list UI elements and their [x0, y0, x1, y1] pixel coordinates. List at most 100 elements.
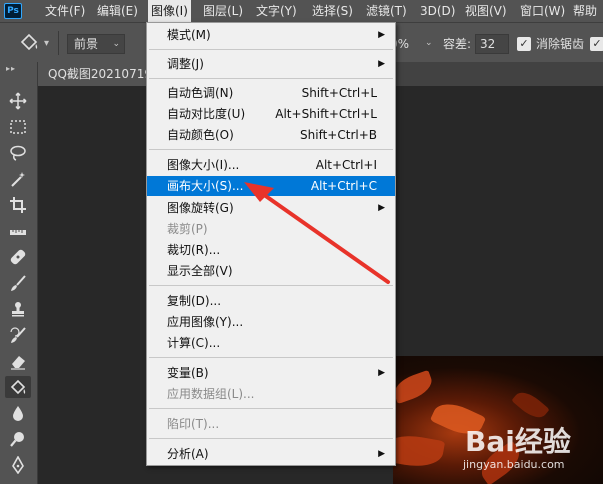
menu-window[interactable]: 窗口(W) — [517, 0, 568, 22]
menu-item-canvas-size[interactable]: 画布大小(S)... Alt+Ctrl+C — [147, 176, 395, 196]
healing-tool[interactable] — [5, 246, 31, 268]
menu-item-label: 自动色调(N) — [167, 86, 234, 100]
menu-item-label: 分析(A) — [167, 447, 209, 461]
antialias-checkbox[interactable]: ✓ — [517, 37, 531, 51]
panel-grip-icon[interactable]: ▸▸ — [6, 64, 16, 73]
menu-image[interactable]: 图像(I) — [148, 0, 191, 22]
tool-preset-caret-icon[interactable]: ▾ — [44, 38, 49, 49]
menu-item-label: 应用数据组(L)... — [167, 387, 255, 401]
menu-layer[interactable]: 图层(L) — [200, 0, 246, 22]
tolerance-input[interactable]: 32 — [475, 34, 509, 54]
stamp-icon — [12, 302, 24, 317]
menu-item-reveal-all[interactable]: 显示全部(V) — [147, 261, 395, 281]
menu-item-shortcut: Shift+Ctrl+B — [300, 128, 377, 142]
divider — [58, 31, 59, 55]
menu-item-label: 变量(B) — [167, 366, 209, 380]
stamp-tool[interactable] — [5, 298, 31, 320]
submenu-arrow-icon: ▶ — [378, 203, 385, 213]
document-tab[interactable]: QQ截图20210719 — [38, 62, 153, 86]
watermark-url: jingyan.baidu.com — [463, 458, 565, 471]
submenu-arrow-icon: ▶ — [378, 59, 385, 69]
magic-wand-tool[interactable] — [5, 168, 31, 190]
menu-item-label: 陷印(T)... — [167, 417, 220, 431]
blur-tool[interactable] — [5, 402, 31, 424]
menu-separator — [149, 438, 393, 439]
menu-item-duplicate[interactable]: 复制(D)... — [147, 291, 395, 311]
menu-item-label: 图像旋转(G) — [167, 201, 234, 215]
history-brush-icon — [10, 327, 26, 343]
magic-wand-icon — [11, 172, 25, 187]
submenu-arrow-icon: ▶ — [378, 449, 385, 459]
pen-tool[interactable] — [5, 454, 31, 476]
menu-3d[interactable]: 3D(D) — [417, 0, 458, 22]
menu-view[interactable]: 视图(V) — [462, 0, 510, 22]
menu-type[interactable]: 文字(Y) — [253, 0, 300, 22]
menu-item-adjustments[interactable]: 调整(J) ▶ — [147, 54, 395, 74]
chevron-down-icon: ⌄ — [112, 39, 120, 49]
menu-file[interactable]: 文件(F) — [42, 0, 88, 22]
menu-item-shortcut: Alt+Shift+Ctrl+L — [275, 107, 377, 121]
menu-item-label: 图像大小(I)... — [167, 158, 240, 172]
paint-bucket-icon[interactable] — [18, 32, 40, 54]
menu-item-auto-tone[interactable]: 自动色调(N) Shift+Ctrl+L — [147, 83, 395, 103]
opacity-caret-icon[interactable]: ⌄ — [425, 38, 433, 48]
menu-item-apply-image[interactable]: 应用图像(Y)... — [147, 312, 395, 332]
menu-item-label: 裁剪(P) — [167, 222, 208, 236]
menu-item-auto-color[interactable]: 自动颜色(O) Shift+Ctrl+B — [147, 125, 395, 145]
move-icon — [9, 92, 27, 110]
menu-separator — [149, 149, 393, 150]
menu-separator — [149, 357, 393, 358]
menu-item-trap: 陷印(T)... — [147, 414, 395, 434]
dodge-icon — [10, 432, 24, 447]
photoshop-logo: Ps — [4, 3, 22, 19]
marquee-tool[interactable] — [5, 116, 31, 138]
menu-item-label: 复制(D)... — [167, 294, 222, 308]
leaf — [393, 431, 446, 471]
fill-source-value: 前景 — [74, 37, 99, 51]
menu-item-crop: 裁剪(P) — [147, 219, 395, 239]
history-brush-tool[interactable] — [5, 324, 31, 346]
menu-item-label: 显示全部(V) — [167, 264, 233, 278]
contiguous-checkbox[interactable]: ✓ — [590, 37, 603, 51]
ruler-tool[interactable] — [5, 220, 31, 242]
watermark-brand: Bai经验 — [465, 425, 571, 458]
image-menu-dropdown: 模式(M) ▶ 调整(J) ▶ 自动色调(N) Shift+Ctrl+L 自动对… — [146, 22, 396, 466]
marquee-icon — [10, 120, 26, 134]
menu-item-analysis[interactable]: 分析(A) ▶ — [147, 444, 395, 464]
menu-item-label: 自动对比度(U) — [167, 107, 246, 121]
menu-item-label: 调整(J) — [167, 57, 204, 71]
menu-separator — [149, 49, 393, 50]
paint-bucket-tool[interactable] — [5, 376, 31, 398]
menu-item-shortcut: Shift+Ctrl+L — [301, 86, 377, 100]
eraser-tool[interactable] — [5, 350, 31, 372]
blur-icon — [13, 406, 23, 421]
menu-separator — [149, 408, 393, 409]
menu-item-auto-contrast[interactable]: 自动对比度(U) Alt+Shift+Ctrl+L — [147, 104, 395, 124]
crop-icon — [10, 197, 26, 213]
menu-item-mode[interactable]: 模式(M) ▶ — [147, 25, 395, 45]
menu-filter[interactable]: 滤镜(T) — [363, 0, 410, 22]
baidu-watermark: Bai经验 jingyan.baidu.com — [455, 410, 603, 480]
menu-item-image-rotation[interactable]: 图像旋转(G) ▶ — [147, 198, 395, 218]
menu-item-variables[interactable]: 变量(B) ▶ — [147, 363, 395, 383]
menu-item-label: 计算(C)... — [167, 336, 221, 350]
healing-icon — [10, 249, 26, 265]
menu-help[interactable]: 帮助 — [570, 0, 600, 22]
menu-item-label: 应用图像(Y)... — [167, 315, 244, 329]
submenu-arrow-icon: ▶ — [378, 368, 385, 378]
lasso-icon — [10, 145, 26, 161]
crop-tool[interactable] — [5, 194, 31, 216]
menu-item-label: 裁切(R)... — [167, 243, 221, 257]
menu-edit[interactable]: 编辑(E) — [94, 0, 141, 22]
menu-select[interactable]: 选择(S) — [309, 0, 356, 22]
lasso-tool[interactable] — [5, 142, 31, 164]
brush-tool[interactable] — [5, 272, 31, 294]
menu-item-calculations[interactable]: 计算(C)... — [147, 333, 395, 353]
dodge-tool[interactable] — [5, 428, 31, 450]
move-tool[interactable] — [5, 90, 31, 112]
menu-item-image-size[interactable]: 图像大小(I)... Alt+Ctrl+I — [147, 155, 395, 175]
menu-item-apply-data-set: 应用数据组(L)... — [147, 384, 395, 404]
submenu-arrow-icon: ▶ — [378, 30, 385, 40]
menu-item-trim[interactable]: 裁切(R)... — [147, 240, 395, 260]
fill-source-select[interactable]: 前景 ⌄ — [67, 34, 125, 54]
